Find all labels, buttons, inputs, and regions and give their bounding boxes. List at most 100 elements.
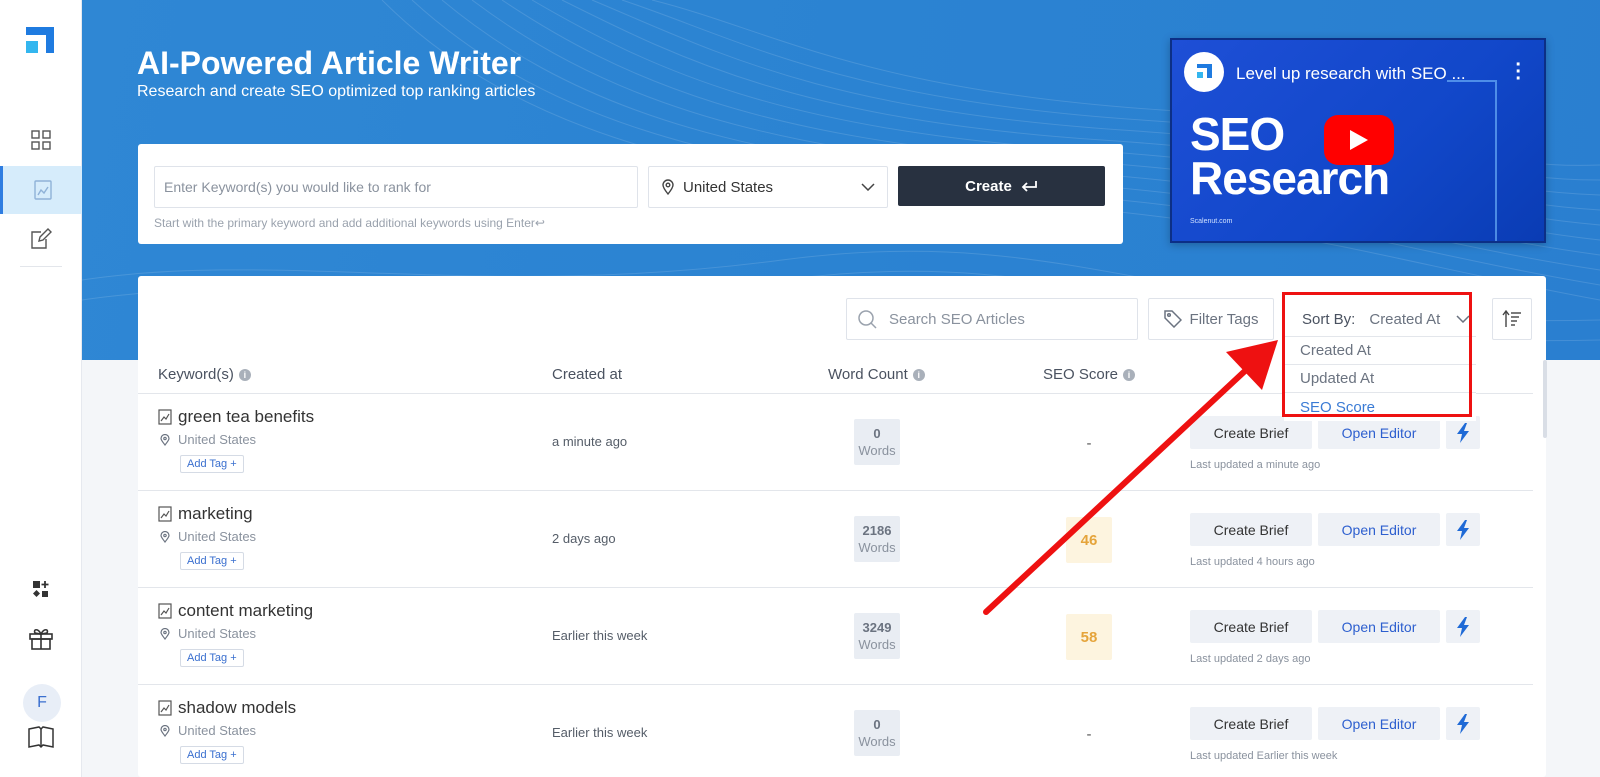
row-word-count: 0 Words: [854, 419, 900, 465]
enter-icon: [1021, 181, 1037, 192]
table-row: content marketing United States Add Tag …: [138, 588, 1533, 685]
search-box[interactable]: [846, 298, 1138, 340]
sidebar: F: [0, 0, 82, 777]
word-count-value: 3249: [862, 620, 892, 635]
channel-logo[interactable]: [1184, 52, 1224, 92]
row-last-updated: Last updated 2 days ago: [1190, 653, 1311, 665]
sidebar-item-gift[interactable]: [0, 614, 82, 662]
row-location-text: United States: [178, 432, 257, 447]
chart-doc-icon: [158, 700, 172, 716]
column-header-word-count-label: Word Count: [828, 366, 908, 383]
column-header-keyword[interactable]: Keyword(s) i: [158, 366, 251, 383]
sidebar-item-tools[interactable]: [0, 565, 82, 613]
row-seo-score: 58: [1066, 614, 1112, 660]
column-header-seo-score[interactable]: SEO Score i: [1043, 366, 1136, 383]
row-location-text: United States: [178, 626, 257, 641]
row-seo-score: 46: [1066, 517, 1112, 563]
page-title: AI-Powered Article Writer: [137, 45, 522, 81]
quick-action-button[interactable]: [1446, 707, 1480, 740]
open-editor-button[interactable]: Open Editor: [1318, 707, 1440, 740]
create-button[interactable]: Create: [898, 166, 1105, 206]
quick-action-button[interactable]: [1446, 610, 1480, 643]
sidebar-item-article-writer[interactable]: [0, 166, 82, 214]
row-keyword[interactable]: content marketing: [158, 601, 313, 621]
location-pin-icon: [160, 530, 170, 543]
scalenut-logo[interactable]: [26, 27, 54, 53]
row-last-updated: Last updated a minute ago: [1190, 459, 1321, 471]
location-pin-icon: [160, 724, 170, 737]
video-title[interactable]: Level up research with SEO ...: [1236, 64, 1466, 84]
filter-tags-button[interactable]: Filter Tags: [1148, 298, 1274, 340]
open-editor-button[interactable]: Open Editor: [1318, 610, 1440, 643]
page-subtitle: Research and create SEO optimized top ra…: [137, 83, 536, 100]
lightning-icon: [1457, 713, 1469, 734]
sort-option-created-at[interactable]: Created At: [1284, 337, 1476, 365]
row-keyword-text: green tea benefits: [178, 407, 315, 426]
quick-action-button[interactable]: [1446, 513, 1480, 546]
row-last-updated: Last updated Earlier this week: [1190, 750, 1338, 762]
lightning-icon: [1457, 519, 1469, 540]
word-count-value: 2186: [862, 523, 892, 538]
info-icon[interactable]: i: [238, 368, 251, 381]
row-keyword[interactable]: marketing: [158, 504, 253, 524]
column-header-word-count[interactable]: Word Count i: [828, 366, 925, 383]
column-header-created[interactable]: Created at: [552, 366, 622, 383]
chart-doc-icon: [158, 409, 172, 425]
tutorial-video[interactable]: Level up research with SEO ... · · · SEO R…: [1170, 38, 1546, 243]
sort-by-value: Created At: [1369, 310, 1441, 328]
row-keyword[interactable]: shadow models: [158, 698, 296, 718]
sort-dropdown-menu: Created At Updated At SEO Score: [1284, 336, 1476, 421]
row-keyword[interactable]: green tea benefits: [158, 407, 314, 427]
add-tag-button[interactable]: Add Tag +: [180, 649, 244, 667]
gift-icon: [29, 628, 53, 650]
info-icon[interactable]: i: [1123, 368, 1136, 381]
row-keyword-text: content marketing: [178, 601, 314, 620]
sidebar-item-editor[interactable]: [0, 215, 82, 263]
chart-doc-icon: [33, 180, 52, 200]
location-pin-icon: [160, 627, 170, 640]
row-seo-score: -: [1086, 434, 1092, 452]
location-select[interactable]: United States: [648, 166, 888, 208]
location-value: United States: [683, 178, 774, 196]
video-watermark: Scalenut.com: [1190, 218, 1233, 225]
grid-icon: [31, 130, 51, 150]
page-scrollbar[interactable]: [1543, 360, 1547, 438]
sort-option-seo-score[interactable]: SEO Score: [1284, 393, 1476, 421]
row-created: Earlier this week: [552, 725, 648, 740]
sort-by-select[interactable]: Sort By: Created At: [1284, 298, 1484, 340]
table-row: shadow models United States Add Tag + Ea…: [138, 685, 1533, 777]
sidebar-item-dashboard[interactable]: [0, 116, 82, 164]
youtube-play-button[interactable]: [1324, 115, 1394, 165]
video-decor-frame: [1447, 80, 1497, 241]
add-tag-button[interactable]: Add Tag +: [180, 455, 244, 473]
table-row: marketing United States Add Tag + 2 days…: [138, 491, 1533, 588]
add-tag-button[interactable]: Add Tag +: [180, 746, 244, 764]
row-location-text: United States: [178, 529, 257, 544]
create-brief-button[interactable]: Create Brief: [1190, 513, 1312, 546]
row-location: United States: [160, 626, 256, 641]
search-input[interactable]: [889, 310, 1129, 328]
lightning-icon: [1457, 616, 1469, 637]
keyword-input[interactable]: [154, 166, 638, 208]
info-icon[interactable]: i: [912, 368, 925, 381]
open-editor-button[interactable]: Open Editor: [1318, 513, 1440, 546]
create-button-label: Create: [965, 177, 1012, 195]
row-location: United States: [160, 432, 256, 447]
play-icon: [1350, 130, 1368, 150]
chart-doc-icon: [158, 506, 172, 522]
sort-option-updated-at[interactable]: Updated At: [1284, 365, 1476, 393]
more-options-icon[interactable]: · · ·: [1515, 55, 1522, 89]
sort-order-icon: [1502, 310, 1521, 327]
row-keyword-text: shadow models: [178, 698, 297, 717]
row-word-count: 0 Words: [854, 710, 900, 756]
create-brief-button[interactable]: Create Brief: [1190, 707, 1312, 740]
widgets-icon: [33, 581, 49, 597]
sort-order-button[interactable]: [1492, 298, 1532, 340]
sidebar-item-docs[interactable]: [0, 713, 82, 761]
chevron-down-icon: [861, 183, 875, 191]
create-brief-button[interactable]: Create Brief: [1190, 610, 1312, 643]
word-count-value: 0: [873, 717, 881, 732]
add-tag-button[interactable]: Add Tag +: [180, 552, 244, 570]
location-pin-icon: [662, 179, 674, 195]
row-location-text: United States: [178, 723, 257, 738]
